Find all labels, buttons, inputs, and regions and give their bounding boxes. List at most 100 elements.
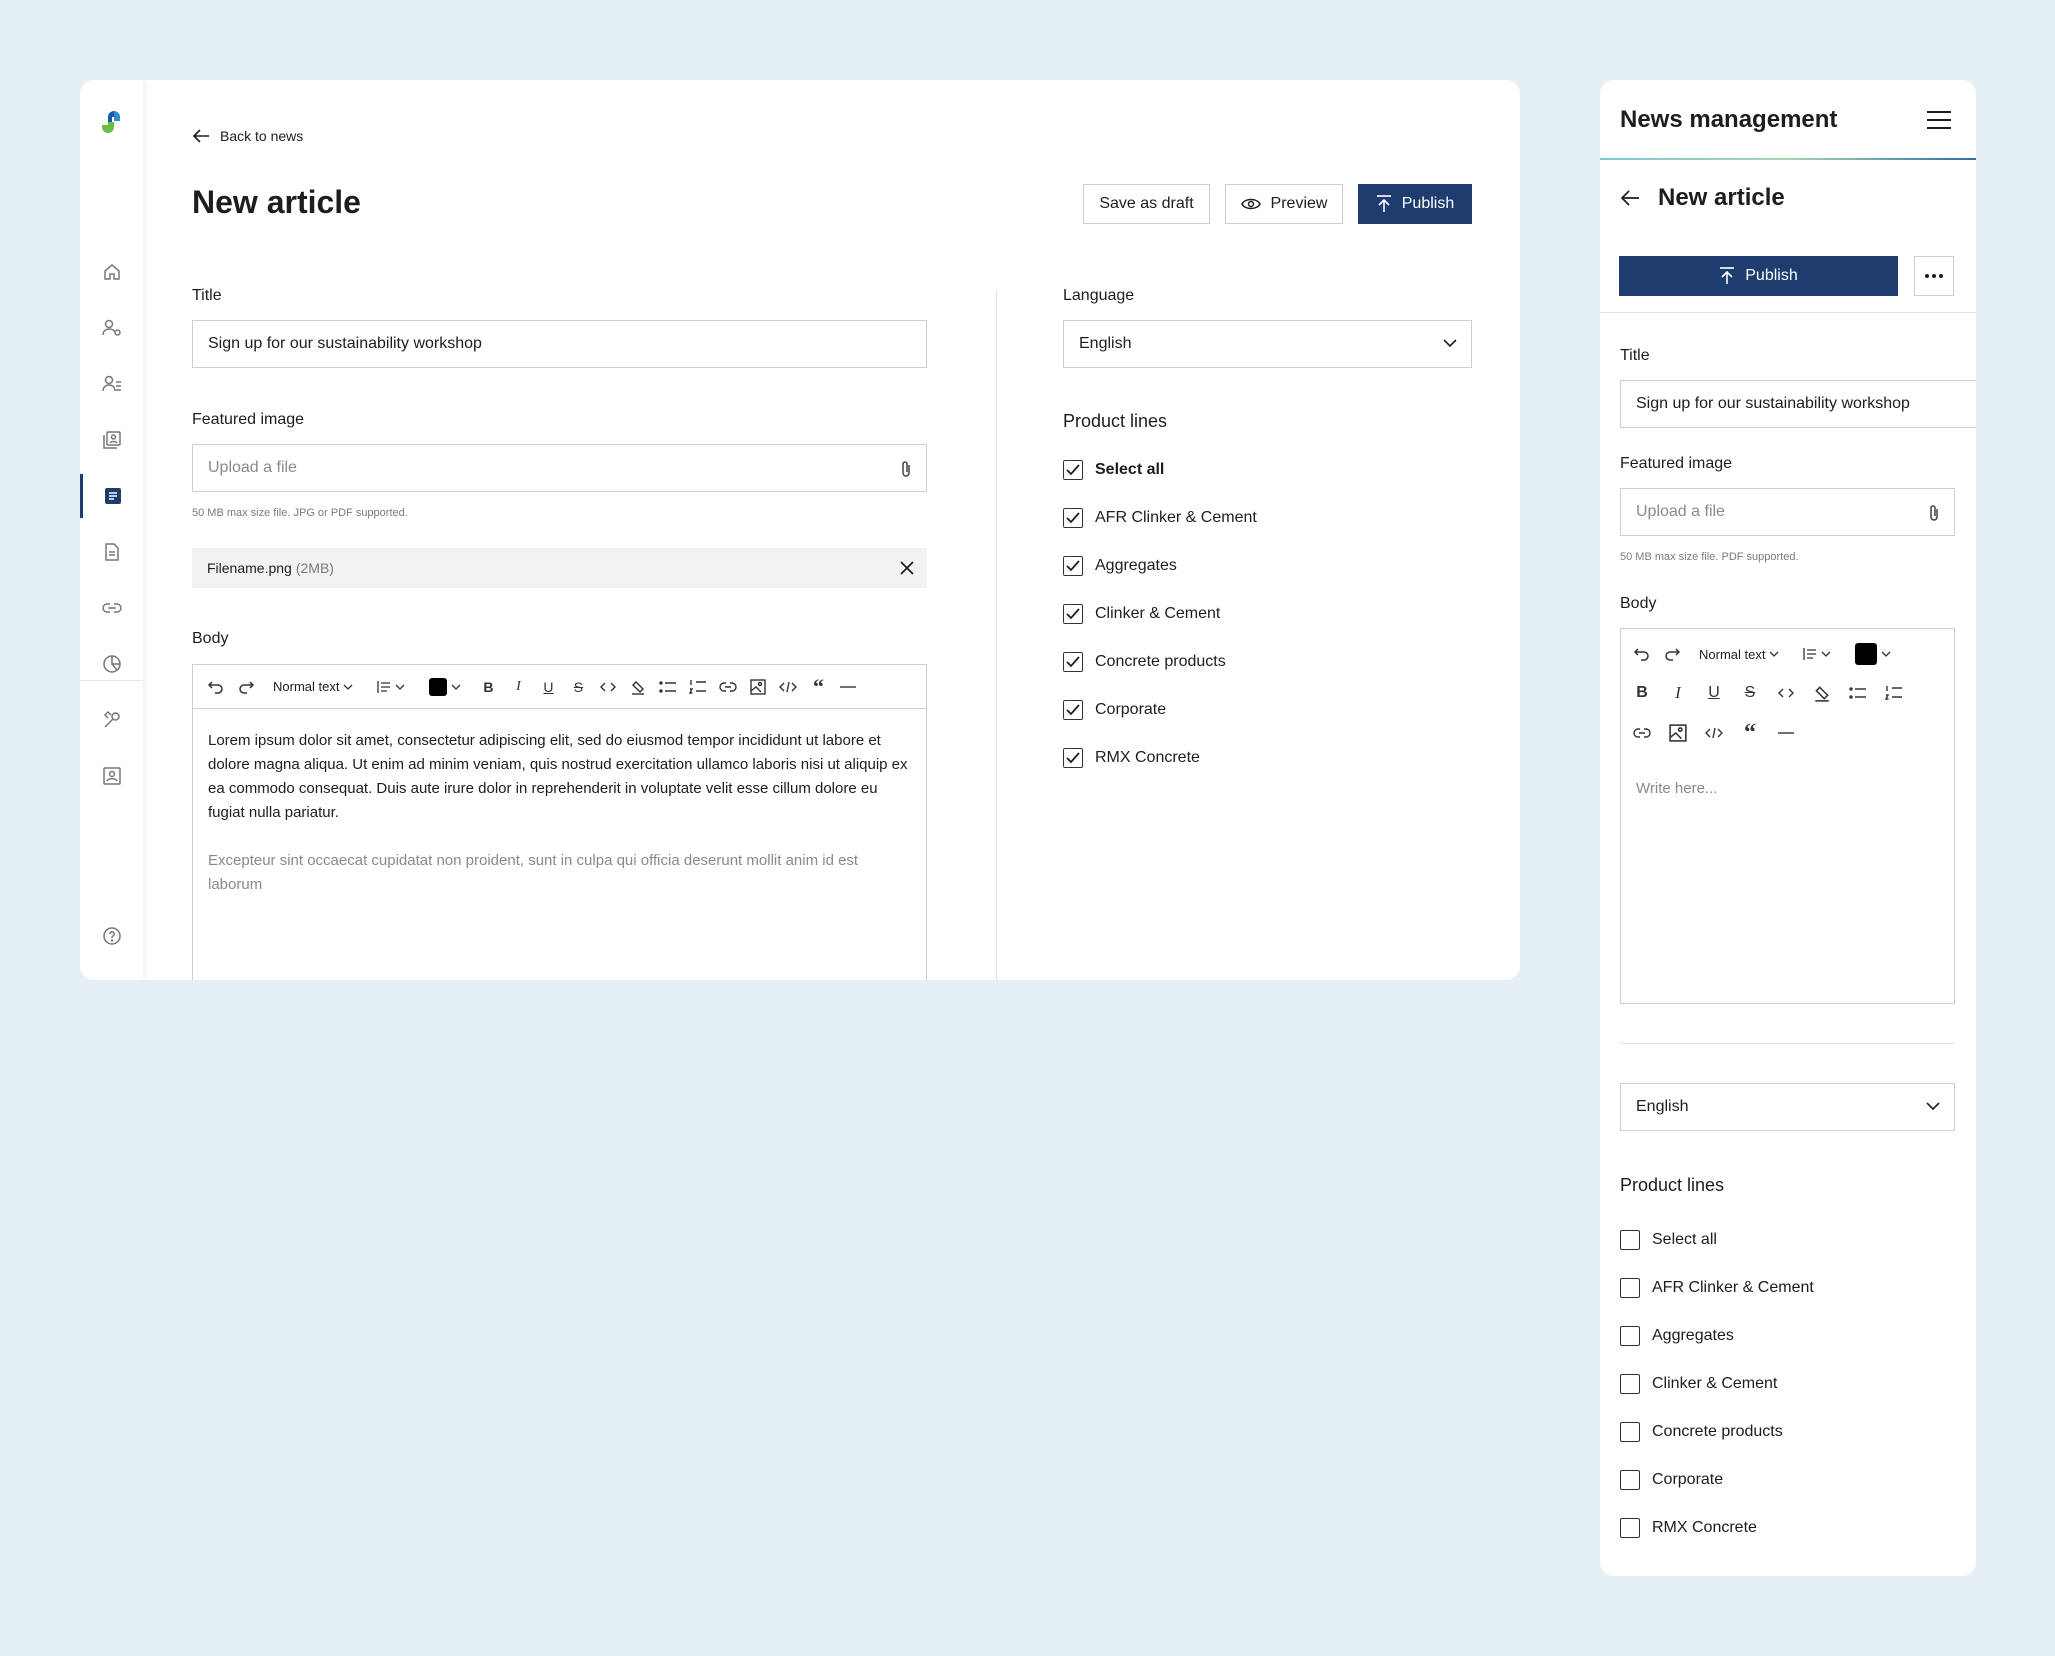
- nav-help[interactable]: [80, 914, 143, 958]
- checkbox-icon[interactable]: [1620, 1326, 1640, 1346]
- image-icon[interactable]: [745, 674, 771, 700]
- bold-icon[interactable]: B: [1629, 680, 1655, 706]
- paperclip-icon: [900, 459, 912, 479]
- code-block-icon[interactable]: [1701, 720, 1727, 746]
- link-icon[interactable]: [1629, 720, 1655, 746]
- nav-home[interactable]: [80, 250, 143, 294]
- checkbox-icon[interactable]: [1620, 1422, 1640, 1442]
- undo-icon[interactable]: [203, 674, 229, 700]
- nav-users[interactable]: [80, 362, 143, 406]
- nav-user-settings[interactable]: [80, 306, 143, 350]
- text-style-select[interactable]: Normal text: [1689, 647, 1789, 662]
- italic-icon[interactable]: I: [1665, 680, 1691, 706]
- bullet-list-icon[interactable]: [655, 674, 681, 700]
- hamburger-menu-icon[interactable]: [1926, 110, 1952, 130]
- nav-links[interactable]: [80, 586, 143, 630]
- checkbox-checked-icon[interactable]: [1063, 700, 1083, 720]
- nav-tools[interactable]: [80, 698, 143, 742]
- text-style-select[interactable]: Normal text: [263, 679, 363, 694]
- language-value: English: [1079, 335, 1132, 352]
- publish-button[interactable]: Publish: [1358, 184, 1472, 224]
- checkbox-icon[interactable]: [1620, 1278, 1640, 1298]
- editor-content[interactable]: Lorem ipsum dolor sit amet, consectetur …: [193, 709, 926, 917]
- mobile-product-line-checkbox-row[interactable]: Corporate: [1620, 1470, 1723, 1490]
- mobile-product-line-checkbox-row[interactable]: Clinker & Cement: [1620, 1374, 1777, 1394]
- product-line-checkbox-row[interactable]: Aggregates: [1063, 556, 1177, 576]
- mobile-product-line-checkbox-row[interactable]: RMX Concrete: [1620, 1518, 1757, 1538]
- nav-news[interactable]: [80, 474, 143, 518]
- nav-gallery[interactable]: [80, 418, 143, 462]
- mobile-product-line-checkbox-row[interactable]: Concrete products: [1620, 1422, 1783, 1442]
- arrow-left-icon[interactable]: [1620, 189, 1640, 207]
- product-line-checkbox-row[interactable]: Corporate: [1063, 700, 1166, 720]
- product-line-checkbox-row[interactable]: Select all: [1063, 460, 1164, 480]
- preview-button[interactable]: Preview: [1225, 184, 1343, 224]
- mobile-publish-button[interactable]: Publish: [1619, 256, 1898, 296]
- mobile-product-line-checkbox-row[interactable]: Select all: [1620, 1230, 1717, 1250]
- quote-icon[interactable]: “: [805, 674, 831, 700]
- mobile-editor-content[interactable]: Write here...: [1620, 756, 1955, 1004]
- clear-format-icon[interactable]: [625, 674, 651, 700]
- link-icon[interactable]: [715, 674, 741, 700]
- product-line-checkbox-row[interactable]: AFR Clinker & Cement: [1063, 508, 1257, 528]
- title-input[interactable]: Sign up for our sustainability workshop: [192, 320, 927, 368]
- mobile-product-line-checkbox-row[interactable]: AFR Clinker & Cement: [1620, 1278, 1814, 1298]
- line-height-select[interactable]: [367, 680, 415, 694]
- numbered-list-icon[interactable]: [685, 674, 711, 700]
- checkbox-icon[interactable]: [1620, 1374, 1640, 1394]
- nav-documents[interactable]: [80, 530, 143, 574]
- text-color-select[interactable]: [1845, 643, 1901, 665]
- undo-icon[interactable]: [1629, 641, 1655, 667]
- document-icon: [103, 542, 121, 562]
- checkbox-checked-icon[interactable]: [1063, 508, 1083, 528]
- save-draft-button[interactable]: Save as draft: [1083, 184, 1210, 224]
- strikethrough-icon[interactable]: S: [1737, 680, 1763, 706]
- chevron-down-icon: [1881, 649, 1891, 659]
- quote-icon[interactable]: “: [1737, 720, 1763, 746]
- checkbox-icon[interactable]: [1620, 1518, 1640, 1538]
- upload-icon: [1376, 195, 1392, 213]
- language-select[interactable]: English: [1063, 320, 1472, 368]
- bold-icon[interactable]: B: [475, 674, 501, 700]
- horizontal-rule-icon[interactable]: [1773, 720, 1799, 746]
- mobile-header: News management: [1600, 80, 1976, 160]
- mobile-language-select[interactable]: English: [1620, 1083, 1955, 1131]
- numbered-list-icon[interactable]: [1881, 680, 1907, 706]
- product-line-checkbox-row[interactable]: RMX Concrete: [1063, 748, 1200, 768]
- inline-code-icon[interactable]: [1773, 680, 1799, 706]
- mobile-editor-card: News management New article Publish Titl…: [1600, 80, 1976, 1576]
- underline-icon[interactable]: U: [535, 674, 561, 700]
- product-line-checkbox-row[interactable]: Clinker & Cement: [1063, 604, 1220, 624]
- bullet-list-icon[interactable]: [1845, 680, 1871, 706]
- mobile-product-line-checkbox-label: AFR Clinker & Cement: [1652, 1279, 1814, 1296]
- inline-code-icon[interactable]: [595, 674, 621, 700]
- checkbox-checked-icon[interactable]: [1063, 556, 1083, 576]
- italic-icon[interactable]: I: [505, 674, 531, 700]
- text-color-select[interactable]: [419, 677, 471, 696]
- checkbox-checked-icon[interactable]: [1063, 604, 1083, 624]
- more-options-button[interactable]: [1914, 256, 1954, 296]
- horizontal-rule-icon[interactable]: [835, 674, 861, 700]
- line-height-select[interactable]: [1793, 647, 1841, 661]
- featured-image-upload[interactable]: Upload a file: [192, 444, 927, 492]
- code-block-icon[interactable]: [775, 674, 801, 700]
- checkbox-checked-icon[interactable]: [1063, 460, 1083, 480]
- mobile-product-line-checkbox-row[interactable]: Aggregates: [1620, 1326, 1734, 1346]
- clear-format-icon[interactable]: [1809, 680, 1835, 706]
- image-icon[interactable]: [1665, 720, 1691, 746]
- mobile-title-input[interactable]: Sign up for our sustainability workshop: [1620, 380, 1976, 428]
- product-line-checkbox-row[interactable]: Concrete products: [1063, 652, 1226, 672]
- checkbox-icon[interactable]: [1620, 1230, 1640, 1250]
- redo-icon[interactable]: [233, 674, 259, 700]
- checkbox-checked-icon[interactable]: [1063, 748, 1083, 768]
- checkbox-icon[interactable]: [1620, 1470, 1640, 1490]
- mobile-upload-field[interactable]: Upload a file: [1620, 488, 1955, 536]
- divider: [1620, 1043, 1955, 1044]
- nav-contacts[interactable]: [80, 754, 143, 798]
- strikethrough-icon[interactable]: S: [565, 674, 591, 700]
- remove-file-icon[interactable]: [899, 560, 915, 576]
- underline-icon[interactable]: U: [1701, 680, 1727, 706]
- redo-icon[interactable]: [1659, 641, 1685, 667]
- checkbox-checked-icon[interactable]: [1063, 652, 1083, 672]
- back-to-news-link[interactable]: Back to news: [192, 128, 303, 144]
